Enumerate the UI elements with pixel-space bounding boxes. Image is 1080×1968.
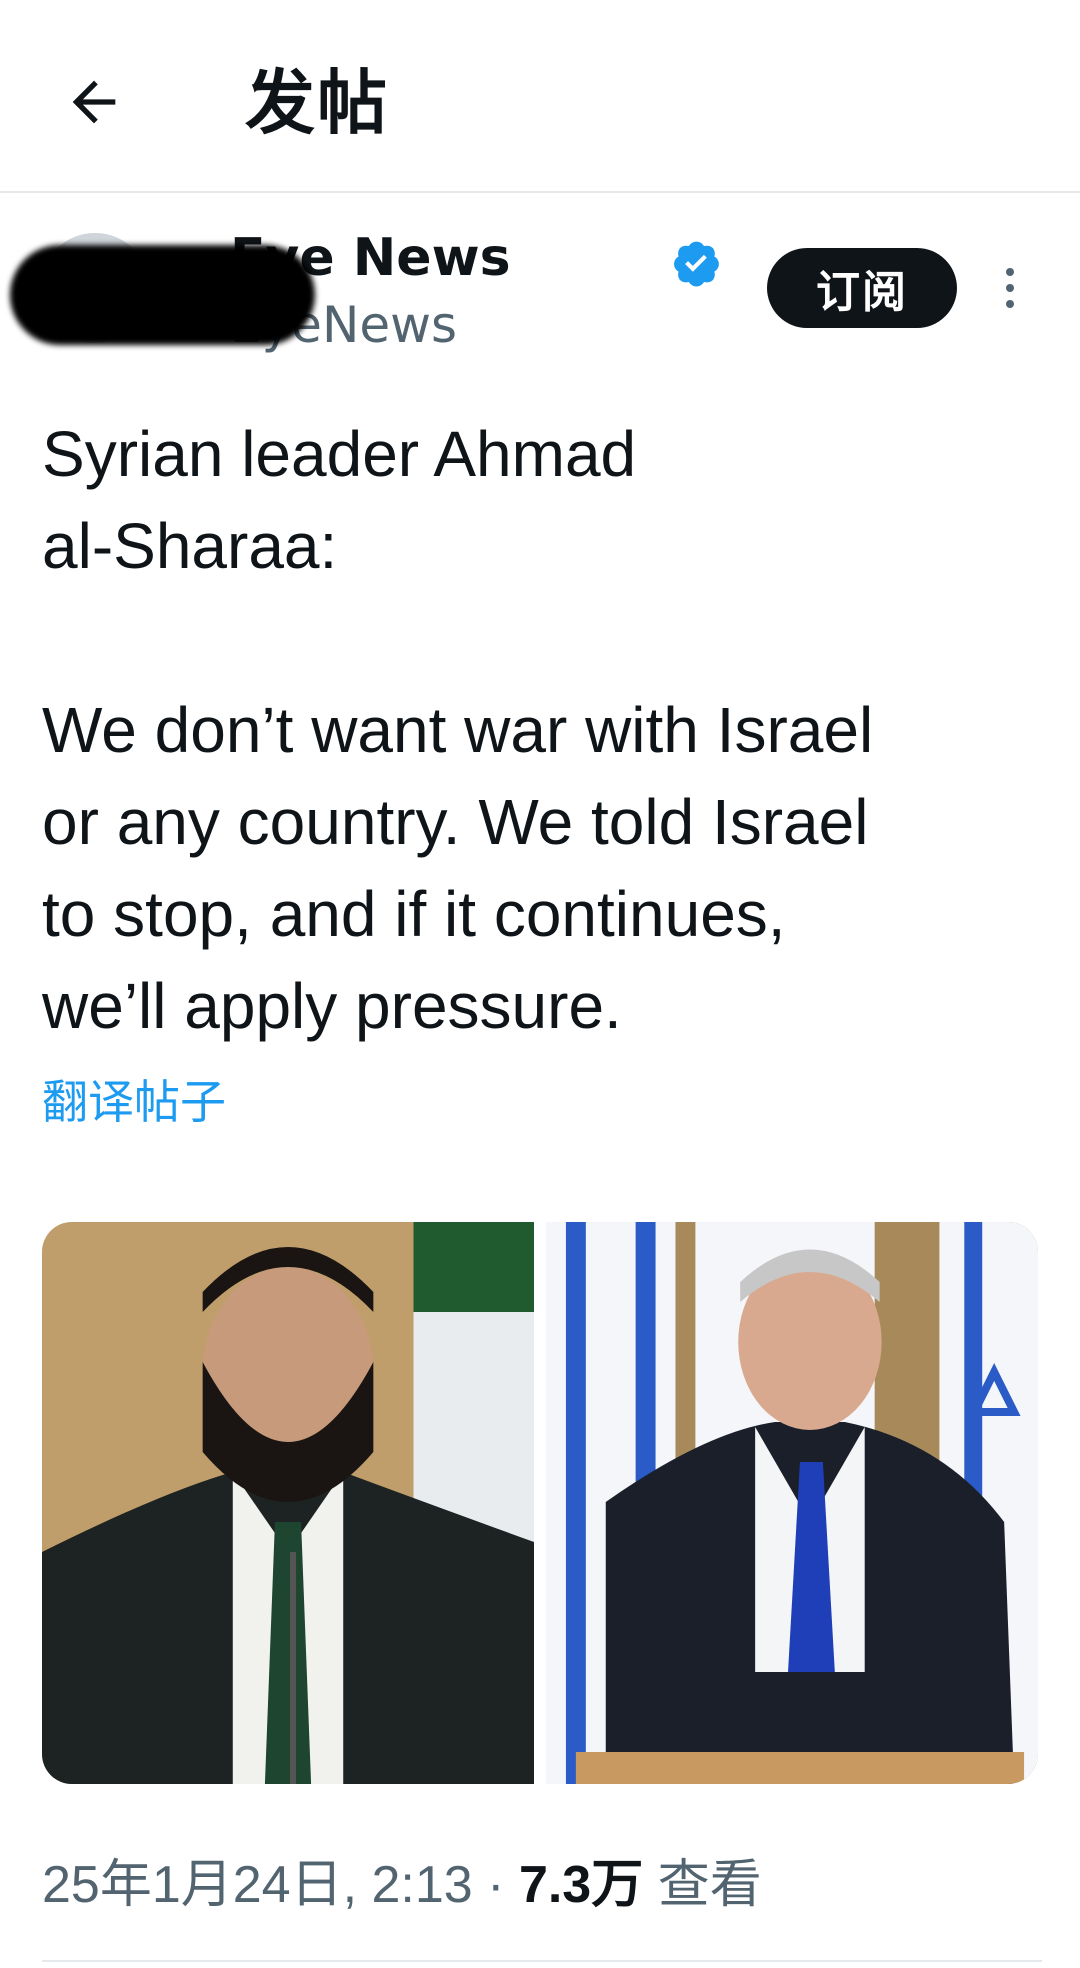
post-media[interactable] (42, 1222, 1038, 1784)
top-app-bar: 发帖 (0, 0, 1080, 193)
verified-badge-icon (674, 241, 719, 287)
post-meta: 25年1月24日, 2:13 · 7.3万 查看 (42, 1850, 762, 1920)
views-label: 查看 (657, 1856, 762, 1914)
post-author-row: Eye News EyeNews 订阅 (0, 193, 1080, 373)
translate-post-link[interactable]: 翻译帖子 (42, 1072, 226, 1132)
arrow-left-icon (72, 80, 116, 124)
portrait-photo-image (42, 1222, 534, 1784)
timestamp[interactable]: 25年1月24日, 2:13 (42, 1856, 473, 1914)
media-photo-2[interactable] (546, 1222, 1038, 1784)
divider (42, 1960, 1042, 1962)
redaction-mark (10, 245, 315, 345)
speaker-at-podium-image (546, 1222, 1038, 1784)
meta-separator: · (487, 1856, 505, 1914)
media-photo-1[interactable] (42, 1222, 534, 1784)
subscribe-button[interactable]: 订阅 (767, 248, 957, 328)
post-text: Syrian leader Ahmad al-Sharaa: We don’t … (42, 418, 874, 1042)
more-vertical-icon[interactable] (990, 253, 1030, 323)
back-button[interactable] (52, 60, 136, 144)
views-count: 7.3万 (518, 1856, 644, 1914)
page-title: 发帖 (245, 62, 389, 144)
